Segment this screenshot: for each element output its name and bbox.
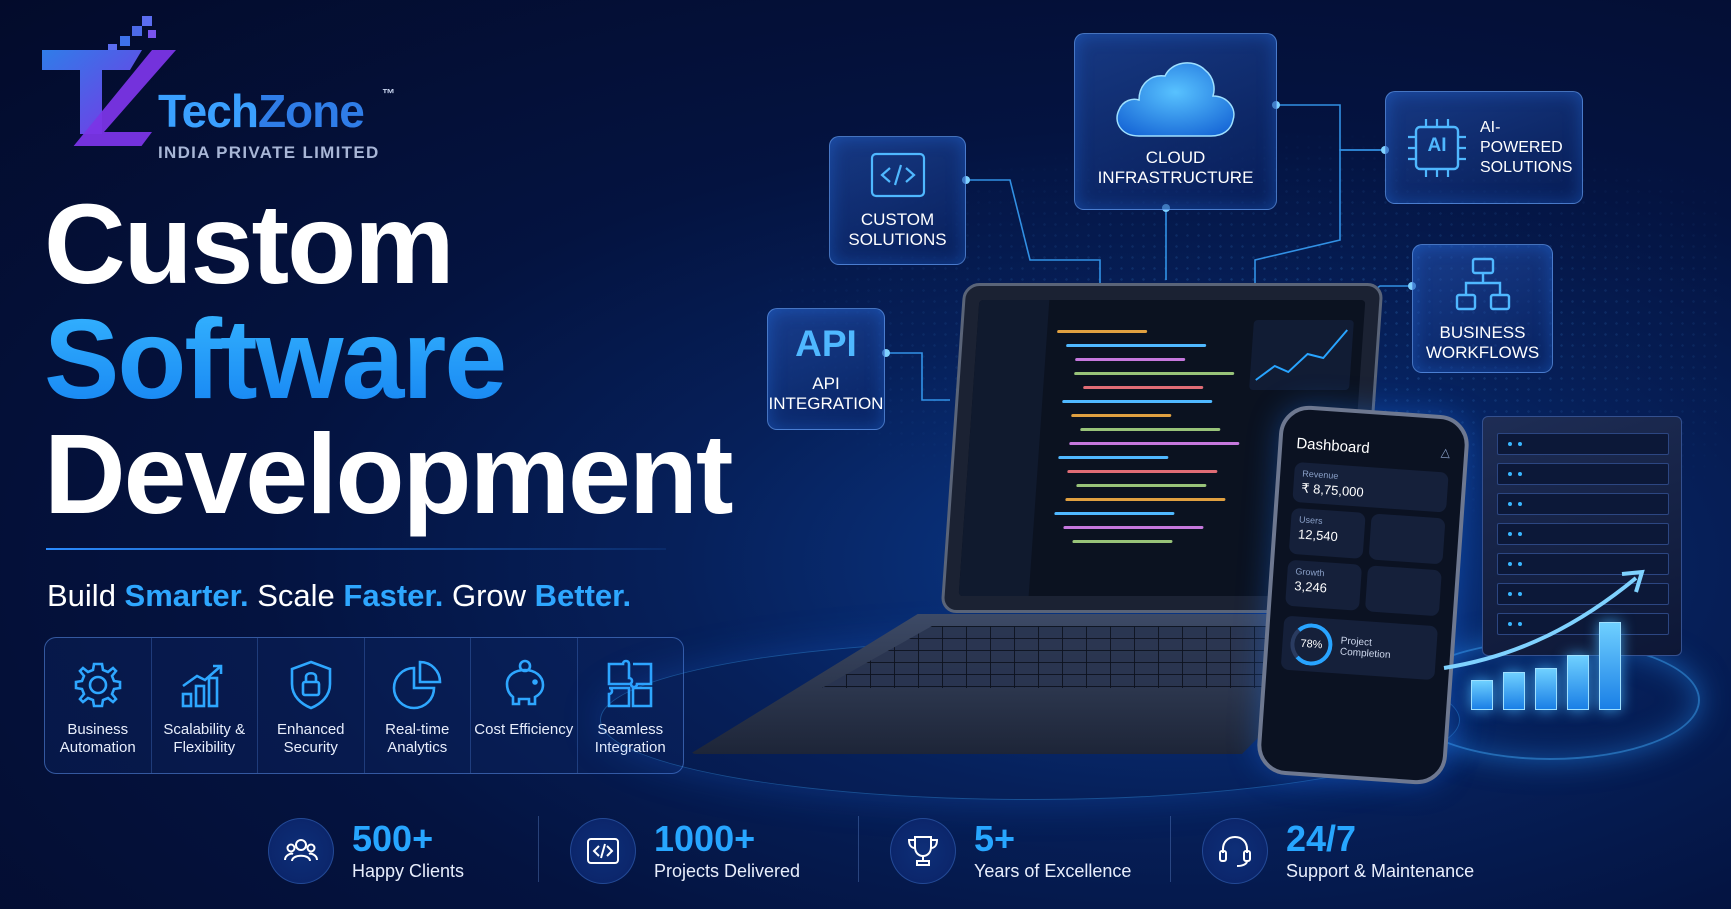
phone-title: Dashboard [1295,435,1371,458]
stat-value: 24/7 [1286,818,1357,859]
stat-label: Support & Maintenance [1286,861,1475,881]
users-card: Users 12,540 [1288,507,1366,559]
stat-value: 1000+ [654,818,756,859]
growth-card: Growth 3,246 [1285,559,1363,611]
revenue-card: Revenue ₹ 8,75,000 [1292,461,1449,513]
node-cloud-line1: CLOUD [1145,147,1206,167]
code-brackets-icon [870,152,925,197]
node-api-integration: API API INTEGRATION [767,308,885,430]
stat-separator [538,816,539,882]
users-icon [284,839,318,862]
node-cloud-infrastructure: CLOUD INFRASTRUCTURE [1074,33,1277,210]
node-custom-line2: SOLUTIONS [848,229,947,249]
stat-years-of-excellence: 5+ Years of Excellence [890,806,1131,896]
node-custom-solutions: CUSTOM SOLUTIONS [829,136,966,265]
cloud-icon [1115,61,1235,137]
phone-title-bar: Dashboard △ [1296,435,1451,463]
stat-label: Years of Excellence [974,861,1132,881]
phone-dashboard: Dashboard △ Revenue ₹ 8,75,000 Users 12,… [1255,403,1471,787]
stat-value: 5+ [974,818,1016,859]
node-workflows-line1: BUSINESS [1439,322,1526,342]
stat-separator [1170,816,1171,882]
users-value: 12,540 [1297,526,1339,545]
editor-chart-panel [1249,320,1354,390]
stat-icon-wrap [570,818,636,884]
growth-bar [1471,680,1493,710]
bell-icon: △ [1440,445,1451,460]
ai-chip-icon: AI [1404,115,1470,181]
node-custom-line1: CUSTOM [860,209,935,229]
stat-projects-delivered: 1000+ Projects Delivered [570,806,800,896]
stat-icon-wrap [1202,818,1268,884]
ai-chip-text: AI [1427,134,1447,156]
progress-ring: 78% [1289,622,1334,667]
node-api-line1: API [812,374,840,393]
editor-sidebar [958,300,1050,596]
mini-chart-card [1368,513,1446,565]
stat-value: 500+ [352,818,434,859]
api-badge: API [795,323,857,364]
project-completion-card: 78% Project Completion [1280,615,1438,681]
stat-icon-wrap [890,818,956,884]
node-ai-line2: SOLUTIONS [1480,158,1573,176]
growth-value: 3,246 [1293,578,1328,596]
progress-label: Project Completion [1339,635,1391,662]
stat-icon-wrap [268,818,334,884]
code-icon [587,838,619,864]
stat-support: 24/7 Support & Maintenance [1202,806,1474,896]
trophy-icon [907,836,939,866]
stat-label: Happy Clients [352,861,465,881]
node-cloud-line2: INFRASTRUCTURE [1097,167,1254,187]
stats-bar: 500+ Happy Clients 1000+ Projects Delive… [260,806,1560,896]
node-workflows-line2: WORKFLOWS [1425,342,1540,362]
node-ai-solutions: AI AI-POWERED SOLUTIONS [1385,91,1583,204]
node-api-line2: INTEGRATION [768,394,884,413]
stat-label: Projects Delivered [654,861,801,881]
headset-icon [1219,835,1251,867]
mini-stat-card [1364,565,1442,617]
workflow-icon [1455,257,1510,310]
growth-arrow-icon [1443,569,1645,670]
node-ai-line1: AI-POWERED [1480,118,1563,156]
stat-happy-clients: 500+ Happy Clients [268,806,464,896]
stat-separator [858,816,859,882]
node-business-workflows: BUSINESS WORKFLOWS [1412,244,1553,373]
